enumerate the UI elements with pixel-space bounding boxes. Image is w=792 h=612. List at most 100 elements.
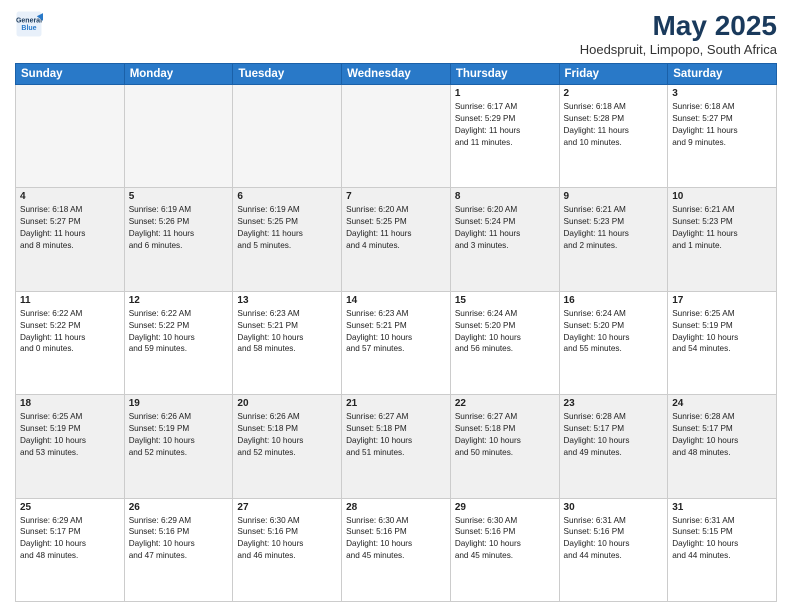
calendar-cell: 8 Sunrise: 6:20 AMSunset: 5:24 PMDaylight… — [450, 188, 559, 291]
day-number: 21 — [346, 398, 446, 409]
day-number: 11 — [20, 295, 120, 306]
day-info: Sunrise: 6:21 AMSunset: 5:23 PMDaylight:… — [672, 204, 772, 252]
day-number: 24 — [672, 398, 772, 409]
calendar-cell: 11 Sunrise: 6:22 AMSunset: 5:22 PMDayligh… — [16, 291, 125, 394]
day-info: Sunrise: 6:22 AMSunset: 5:22 PMDaylight:… — [129, 308, 229, 356]
calendar-cell: 1 Sunrise: 6:17 AMSunset: 5:29 PMDaylight… — [450, 85, 559, 188]
calendar-cell: 9Sunrise: 6:21 AMSunset: 5:23 PMDaylight… — [559, 188, 668, 291]
day-info: Sunrise: 6:28 AMSunset: 5:17 PMDaylight:… — [564, 411, 664, 459]
day-info: Sunrise: 6:30 AMSunset: 5:16 PMDaylight:… — [237, 515, 337, 563]
calendar-cell: 5 Sunrise: 6:19 AMSunset: 5:26 PMDaylight… — [124, 188, 233, 291]
day-number: 14 — [346, 295, 446, 306]
svg-text:Blue: Blue — [21, 25, 36, 32]
day-number: 31 — [672, 502, 772, 513]
calendar-cell: 17 Sunrise: 6:25 AMSunset: 5:19 PMDayligh… — [668, 291, 777, 394]
column-header-saturday: Saturday — [668, 64, 777, 85]
calendar-cell: 15 Sunrise: 6:24 AMSunset: 5:20 PMDayligh… — [450, 291, 559, 394]
day-number: 5 — [129, 191, 229, 202]
week-row-4: 18 Sunrise: 6:25 AMSunset: 5:19 PMDayligh… — [16, 395, 777, 498]
day-number: 12 — [129, 295, 229, 306]
calendar-cell: 16 Sunrise: 6:24 AMSunset: 5:20 PMDayligh… — [559, 291, 668, 394]
month-year: May 2025 — [580, 10, 777, 42]
column-header-thursday: Thursday — [450, 64, 559, 85]
day-info: Sunrise: 6:18 AMSunset: 5:27 PMDaylight:… — [20, 204, 120, 252]
calendar-cell: 30 Sunrise: 6:31 AMSunset: 5:16 PMDayligh… — [559, 498, 668, 601]
day-info: Sunrise: 6:25 AMSunset: 5:19 PMDaylight:… — [20, 411, 120, 459]
location: Hoedspruit, Limpopo, South Africa — [580, 42, 777, 57]
day-info: Sunrise: 6:26 AMSunset: 5:18 PMDaylight:… — [237, 411, 337, 459]
day-number: 22 — [455, 398, 555, 409]
calendar-cell: 3Sunrise: 6:18 AMSunset: 5:27 PMDaylight… — [668, 85, 777, 188]
day-info: Sunrise: 6:19 AMSunset: 5:26 PMDaylight:… — [129, 204, 229, 252]
day-number: 7 — [346, 191, 446, 202]
day-info: Sunrise: 6:23 AMSunset: 5:21 PMDaylight:… — [346, 308, 446, 356]
day-number: 8 — [455, 191, 555, 202]
calendar-cell: 10Sunrise: 6:21 AMSunset: 5:23 PMDayligh… — [668, 188, 777, 291]
week-row-2: 4 Sunrise: 6:18 AMSunset: 5:27 PMDaylight… — [16, 188, 777, 291]
day-number: 2 — [564, 88, 664, 99]
day-info: Sunrise: 6:24 AMSunset: 5:20 PMDaylight:… — [455, 308, 555, 356]
day-number: 25 — [20, 502, 120, 513]
day-info: Sunrise: 6:29 AMSunset: 5:16 PMDaylight:… — [129, 515, 229, 563]
column-header-monday: Monday — [124, 64, 233, 85]
day-number: 4 — [20, 191, 120, 202]
week-row-3: 11 Sunrise: 6:22 AMSunset: 5:22 PMDayligh… — [16, 291, 777, 394]
column-header-tuesday: Tuesday — [233, 64, 342, 85]
calendar-cell: 13Sunrise: 6:23 AMSunset: 5:21 PMDayligh… — [233, 291, 342, 394]
day-number: 26 — [129, 502, 229, 513]
day-number: 27 — [237, 502, 337, 513]
calendar-cell: 19Sunrise: 6:26 AMSunset: 5:19 PMDayligh… — [124, 395, 233, 498]
day-info: Sunrise: 6:22 AMSunset: 5:22 PMDaylight:… — [20, 308, 120, 356]
day-info: Sunrise: 6:18 AMSunset: 5:28 PMDaylight:… — [564, 101, 664, 149]
week-row-5: 25Sunrise: 6:29 AMSunset: 5:17 PMDayligh… — [16, 498, 777, 601]
header-row: SundayMondayTuesdayWednesdayThursdayFrid… — [16, 64, 777, 85]
column-header-wednesday: Wednesday — [342, 64, 451, 85]
calendar-cell: 29 Sunrise: 6:30 AMSunset: 5:16 PMDayligh… — [450, 498, 559, 601]
calendar-cell: 31 Sunrise: 6:31 AMSunset: 5:15 PMDayligh… — [668, 498, 777, 601]
calendar-cell: 7Sunrise: 6:20 AMSunset: 5:25 PMDaylight… — [342, 188, 451, 291]
day-number: 9 — [564, 191, 664, 202]
calendar-cell: 14 Sunrise: 6:23 AMSunset: 5:21 PMDayligh… — [342, 291, 451, 394]
day-number: 30 — [564, 502, 664, 513]
week-row-1: 1 Sunrise: 6:17 AMSunset: 5:29 PMDaylight… — [16, 85, 777, 188]
calendar-cell: 26 Sunrise: 6:29 AMSunset: 5:16 PMDayligh… — [124, 498, 233, 601]
calendar-table: SundayMondayTuesdayWednesdayThursdayFrid… — [15, 63, 777, 602]
calendar-cell: 23Sunrise: 6:28 AMSunset: 5:17 PMDayligh… — [559, 395, 668, 498]
calendar-cell: 25Sunrise: 6:29 AMSunset: 5:17 PMDayligh… — [16, 498, 125, 601]
day-info: Sunrise: 6:25 AMSunset: 5:19 PMDaylight:… — [672, 308, 772, 356]
day-number: 17 — [672, 295, 772, 306]
day-number: 19 — [129, 398, 229, 409]
day-info: Sunrise: 6:24 AMSunset: 5:20 PMDaylight:… — [564, 308, 664, 356]
day-number: 16 — [564, 295, 664, 306]
logo: General Blue — [15, 10, 43, 38]
day-number: 15 — [455, 295, 555, 306]
day-info: Sunrise: 6:28 AMSunset: 5:17 PMDaylight:… — [672, 411, 772, 459]
calendar-cell: 24 Sunrise: 6:28 AMSunset: 5:17 PMDayligh… — [668, 395, 777, 498]
calendar-cell: 4 Sunrise: 6:18 AMSunset: 5:27 PMDaylight… — [16, 188, 125, 291]
day-info: Sunrise: 6:30 AMSunset: 5:16 PMDaylight:… — [346, 515, 446, 563]
day-info: Sunrise: 6:23 AMSunset: 5:21 PMDaylight:… — [237, 308, 337, 356]
calendar-cell: 21 Sunrise: 6:27 AMSunset: 5:18 PMDayligh… — [342, 395, 451, 498]
day-info: Sunrise: 6:18 AMSunset: 5:27 PMDaylight:… — [672, 101, 772, 149]
title-block: May 2025 Hoedspruit, Limpopo, South Afri… — [580, 10, 777, 57]
day-info: Sunrise: 6:27 AMSunset: 5:18 PMDaylight:… — [346, 411, 446, 459]
day-info: Sunrise: 6:19 AMSunset: 5:25 PMDaylight:… — [237, 204, 337, 252]
day-number: 29 — [455, 502, 555, 513]
day-number: 18 — [20, 398, 120, 409]
calendar-cell: 27 Sunrise: 6:30 AMSunset: 5:16 PMDayligh… — [233, 498, 342, 601]
day-info: Sunrise: 6:17 AMSunset: 5:29 PMDaylight:… — [455, 101, 555, 149]
calendar-cell: 28Sunrise: 6:30 AMSunset: 5:16 PMDayligh… — [342, 498, 451, 601]
day-info: Sunrise: 6:20 AMSunset: 5:24 PMDaylight:… — [455, 204, 555, 252]
calendar-cell: 18 Sunrise: 6:25 AMSunset: 5:19 PMDayligh… — [16, 395, 125, 498]
calendar-cell — [342, 85, 451, 188]
calendar-cell: 22Sunrise: 6:27 AMSunset: 5:18 PMDayligh… — [450, 395, 559, 498]
day-info: Sunrise: 6:31 AMSunset: 5:16 PMDaylight:… — [564, 515, 664, 563]
day-number: 1 — [455, 88, 555, 99]
day-info: Sunrise: 6:31 AMSunset: 5:15 PMDaylight:… — [672, 515, 772, 563]
calendar-cell — [16, 85, 125, 188]
day-number: 6 — [237, 191, 337, 202]
day-info: Sunrise: 6:30 AMSunset: 5:16 PMDaylight:… — [455, 515, 555, 563]
calendar-cell: 6 Sunrise: 6:19 AMSunset: 5:25 PMDaylight… — [233, 188, 342, 291]
page: General Blue May 2025 Hoedspruit, Limpop… — [0, 0, 792, 612]
column-header-friday: Friday — [559, 64, 668, 85]
